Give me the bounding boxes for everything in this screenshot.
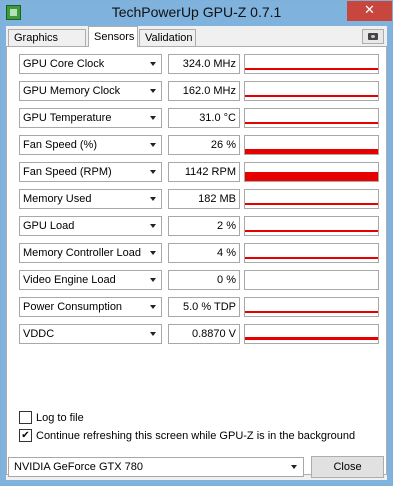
sensor-graph-bar — [245, 122, 378, 124]
sensor-value: 2 % — [168, 216, 240, 236]
title-bar[interactable]: TechPowerUp GPU-Z 0.7.1 ✕ — [1, 1, 392, 25]
window-title: TechPowerUp GPU-Z 0.7.1 — [111, 4, 282, 20]
sensor-graph — [244, 324, 379, 344]
sensor-row: GPU Load 2 % — [7, 216, 388, 238]
sensor-graph — [244, 243, 379, 263]
chevron-down-icon — [150, 197, 156, 201]
sensor-name-label: Memory Controller Load — [23, 247, 141, 259]
sensor-name-label: Fan Speed (%) — [23, 139, 97, 151]
sensor-row: GPU Memory Clock 162.0 MHz — [7, 81, 388, 103]
sensor-row: GPU Temperature 31.0 °C — [7, 108, 388, 130]
sensor-row: Fan Speed (%) 26 % — [7, 135, 388, 157]
log-to-file-label: Log to file — [36, 412, 84, 424]
sensor-value: 324.0 MHz — [168, 54, 240, 74]
chevron-down-icon — [150, 143, 156, 147]
sensor-row: GPU Core Clock 324.0 MHz — [7, 54, 388, 76]
sensor-name-dropdown[interactable]: VDDC — [19, 324, 162, 344]
sensor-value: 162.0 MHz — [168, 81, 240, 101]
sensor-row: Fan Speed (RPM) 1142 RPM — [7, 162, 388, 184]
sensor-name-dropdown[interactable]: Memory Controller Load — [19, 243, 162, 263]
sensor-graph — [244, 189, 379, 209]
sensor-graph-bar — [245, 337, 378, 340]
sensor-graph-bar — [245, 68, 378, 70]
sensor-value: 182 MB — [168, 189, 240, 209]
sensor-row: VDDC 0.8870 V — [7, 324, 388, 346]
client-area: Graphics Card Sensors Validation GPU Cor… — [6, 26, 387, 480]
tab-sensors[interactable]: Sensors — [88, 26, 138, 47]
sensor-graph — [244, 297, 379, 317]
sensor-name-dropdown[interactable]: GPU Load — [19, 216, 162, 236]
sensor-graph-bar — [245, 203, 378, 205]
sensor-row: Power Consumption 5.0 % TDP — [7, 297, 388, 319]
sensor-graph — [244, 54, 379, 74]
sensor-graph — [244, 270, 379, 290]
log-to-file-checkbox[interactable] — [19, 411, 32, 424]
sensor-value: 0 % — [168, 270, 240, 290]
sensor-row: Memory Used 182 MB — [7, 189, 388, 211]
sensor-name-label: GPU Load — [23, 220, 75, 232]
chevron-down-icon — [150, 89, 156, 93]
sensor-graph — [244, 216, 379, 236]
sensor-graph — [244, 162, 379, 182]
sensor-name-label: Memory Used — [23, 193, 92, 205]
sensor-graph-bar — [245, 230, 378, 232]
sensor-name-dropdown[interactable]: GPU Memory Clock — [19, 81, 162, 101]
sensor-name-dropdown[interactable]: Fan Speed (RPM) — [19, 162, 162, 182]
chevron-down-icon — [150, 224, 156, 228]
chevron-down-icon — [150, 305, 156, 309]
chevron-down-icon — [150, 251, 156, 255]
sensor-graph-bar — [245, 311, 378, 313]
gpu-select-value: NVIDIA GeForce GTX 780 — [14, 461, 143, 473]
sensor-graph-bar — [245, 172, 378, 181]
continue-refresh-label: Continue refreshing this screen while GP… — [36, 430, 356, 442]
sensor-value: 1142 RPM — [168, 162, 240, 182]
sensor-name-dropdown[interactable]: GPU Temperature — [19, 108, 162, 128]
tab-validation[interactable]: Validation — [139, 29, 196, 46]
camera-icon — [368, 33, 378, 40]
sensor-value: 0.8870 V — [168, 324, 240, 344]
sensor-name-label: Power Consumption — [23, 301, 123, 313]
continue-refresh-checkbox[interactable]: ✔ — [19, 429, 32, 442]
screenshot-button[interactable] — [362, 29, 384, 44]
sensors-panel: GPU Core Clock 324.0 MHz GPU Memory Clock 1… — [6, 46, 387, 475]
gpu-z-window: TechPowerUp GPU-Z 0.7.1 ✕ Graphics Card … — [0, 0, 393, 486]
sensor-name-label: Fan Speed (RPM) — [23, 166, 112, 178]
tab-strip: Graphics Card Sensors Validation — [6, 26, 387, 61]
sensor-name-dropdown[interactable]: Video Engine Load — [19, 270, 162, 290]
close-button[interactable]: Close — [311, 456, 384, 478]
sensor-name-label: GPU Core Clock — [23, 58, 105, 70]
sensor-name-label: GPU Temperature — [23, 112, 112, 124]
chevron-down-icon — [150, 278, 156, 282]
sensor-graph-bar — [245, 149, 378, 154]
sensor-name-dropdown[interactable]: Power Consumption — [19, 297, 162, 317]
window-close-button[interactable]: ✕ — [347, 1, 392, 21]
sensor-row: Memory Controller Load 4 % — [7, 243, 388, 265]
sensor-graph — [244, 108, 379, 128]
sensor-graph-bar — [245, 95, 378, 97]
sensor-name-dropdown[interactable]: GPU Core Clock — [19, 54, 162, 74]
gpu-select-dropdown[interactable]: NVIDIA GeForce GTX 780 — [8, 457, 304, 477]
chevron-down-icon — [150, 116, 156, 120]
chevron-down-icon — [291, 465, 297, 469]
sensor-value: 4 % — [168, 243, 240, 263]
chevron-down-icon — [150, 170, 156, 174]
chevron-down-icon — [150, 62, 156, 66]
sensor-name-dropdown[interactable]: Memory Used — [19, 189, 162, 209]
sensor-name-dropdown[interactable]: Fan Speed (%) — [19, 135, 162, 155]
tab-graphics-card[interactable]: Graphics Card — [8, 29, 86, 61]
sensor-graph — [244, 81, 379, 101]
sensor-value: 26 % — [168, 135, 240, 155]
sensor-value: 31.0 °C — [168, 108, 240, 128]
sensor-value: 5.0 % TDP — [168, 297, 240, 317]
sensor-name-label: Video Engine Load — [23, 274, 116, 286]
sensor-row: Video Engine Load 0 % — [7, 270, 388, 292]
sensor-name-label: VDDC — [23, 328, 55, 340]
sensor-graph — [244, 135, 379, 155]
sensor-name-label: GPU Memory Clock — [23, 85, 121, 97]
chevron-down-icon — [150, 332, 156, 336]
sensor-graph-bar — [245, 257, 378, 259]
